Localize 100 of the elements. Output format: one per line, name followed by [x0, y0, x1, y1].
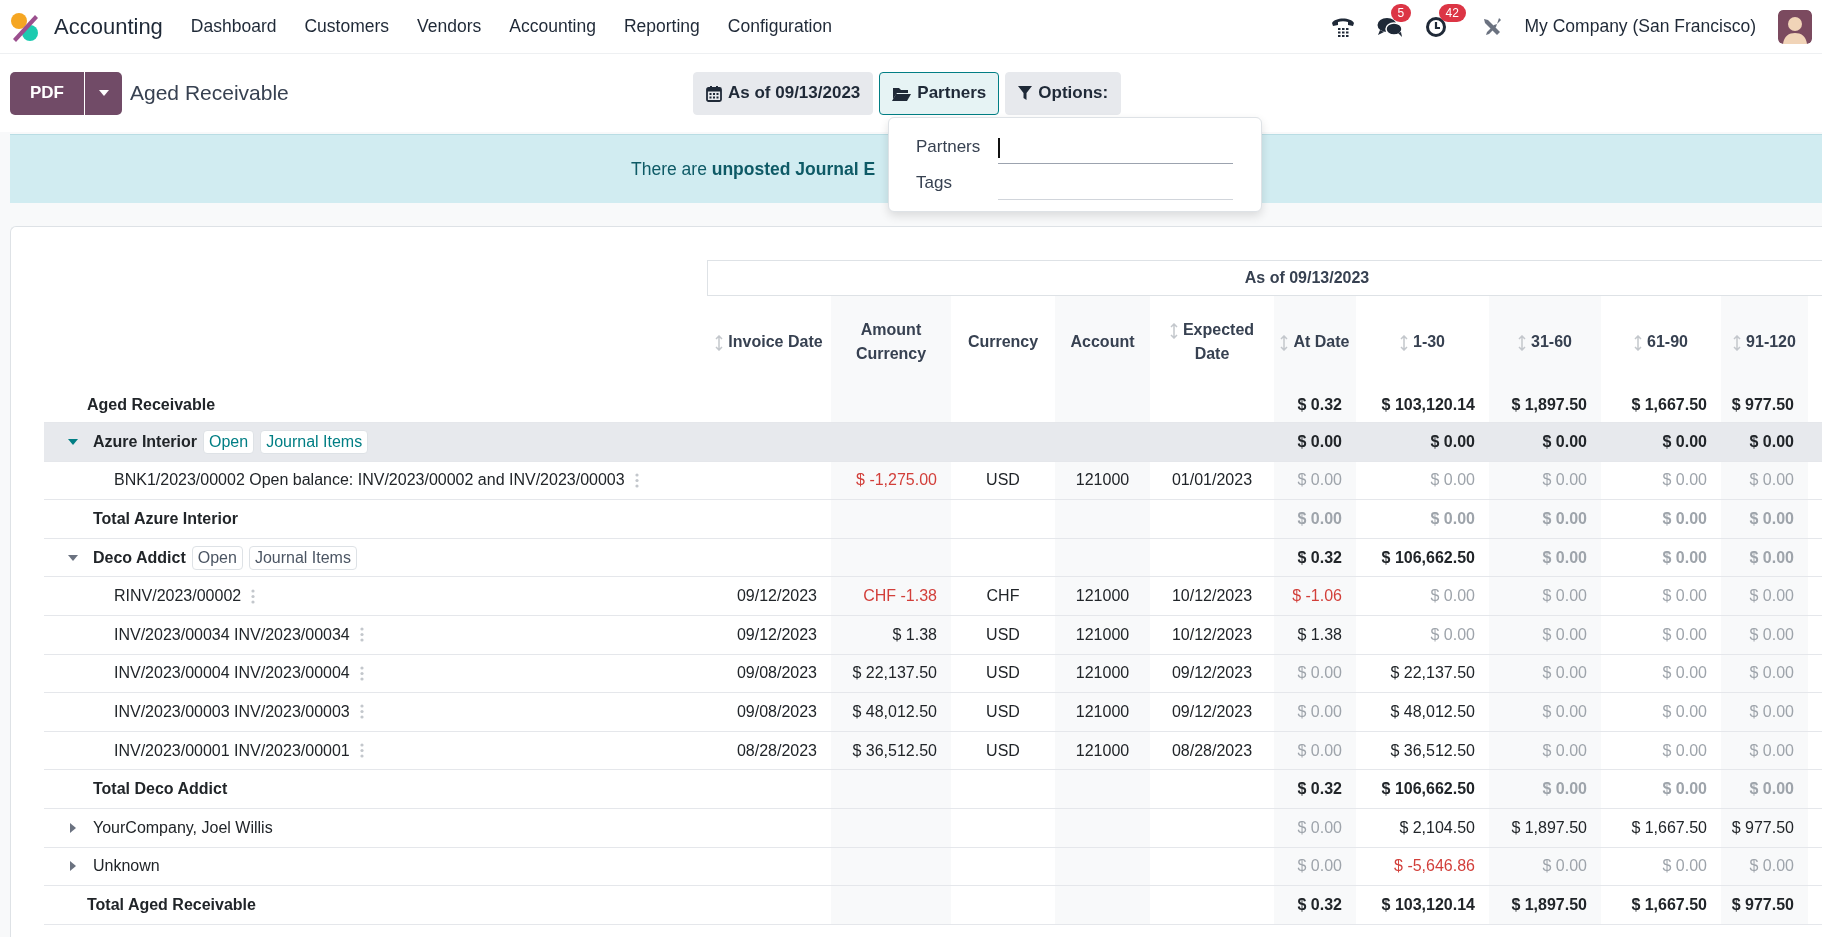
column-header[interactable]: At Date: [1274, 296, 1356, 387]
column-header[interactable]: Expected Date: [1150, 296, 1274, 387]
sort-icon[interactable]: [1169, 323, 1178, 340]
sort-icon[interactable]: [1518, 334, 1527, 351]
table-cell-text: 121000: [1074, 740, 1131, 761]
table-cell-text: $ 103,120.14: [1380, 394, 1476, 415]
row-label: Total Azure Interior: [93, 510, 238, 528]
table-cell-text: $ 0.00: [1296, 701, 1343, 722]
column-header[interactable]: 91-120: [1721, 296, 1808, 387]
table-cell-text: 01/01/2023: [1170, 470, 1254, 491]
table-cell-text: $ 0.00: [1541, 624, 1588, 645]
row-label[interactable]: INV/2023/00003 INV/2023/00003: [114, 702, 350, 721]
row-label[interactable]: INV/2023/00004 INV/2023/00004: [114, 664, 350, 683]
table-cell-text: 10/12/2023: [1170, 586, 1254, 607]
table-cell-text: $ 106,662.50: [1380, 547, 1476, 568]
table-cell-text: $ 0.00: [1541, 586, 1588, 607]
menu-item[interactable]: Configuration: [727, 16, 832, 37]
dots-icon[interactable]: [359, 627, 364, 643]
sort-icon[interactable]: [1400, 334, 1408, 351]
sort-icon[interactable]: [1634, 334, 1643, 351]
table-cell-text: $ 0.00: [1429, 624, 1476, 645]
menu-item[interactable]: Customers: [304, 16, 390, 37]
column-header[interactable]: Account: [1055, 296, 1150, 387]
folder-icon: [892, 85, 912, 101]
table-cell-text: $ 0.00: [1296, 509, 1343, 529]
clock-icon[interactable]: [1424, 15, 1447, 38]
column-header[interactable]: 61-90: [1601, 296, 1721, 387]
table-cell-text: $ 0.00: [1748, 586, 1795, 607]
row-label: Total Aged Receivable: [87, 895, 256, 914]
avatar[interactable]: [1778, 9, 1812, 44]
dots-icon[interactable]: [251, 588, 256, 604]
table-cell-text: $ 0.00: [1541, 740, 1588, 761]
row-action-button[interactable]: Open: [191, 545, 243, 570]
column-header[interactable]: 31-60: [1489, 296, 1601, 387]
table-cell-text: $ 0.32: [1296, 547, 1343, 568]
dots-icon[interactable]: [634, 472, 639, 488]
menu-item[interactable]: Vendors: [417, 16, 482, 37]
company-switcher[interactable]: My Company (San Francisco): [1524, 16, 1756, 37]
table-cell-text: $ 0.00: [1429, 470, 1476, 491]
dots-icon[interactable]: [359, 665, 364, 681]
field-label: Tags: [916, 173, 953, 194]
row-label[interactable]: Azure Interior: [93, 432, 197, 451]
dropdown-toggle[interactable]: [84, 71, 122, 115]
filter-button[interactable]: Partners: [879, 71, 1000, 115]
table-cell-text: $ 0.32: [1296, 394, 1343, 415]
pdf-button[interactable]: PDF: [10, 71, 84, 115]
table-cell-text: $ 22,137.50: [851, 663, 938, 684]
row-label[interactable]: INV/2023/00001 INV/2023/00001: [114, 741, 350, 760]
filter-button[interactable]: As of 09/13/2023: [693, 71, 874, 115]
column-header[interactable]: Invoice Date: [707, 296, 831, 387]
table-cell-text: $ 0.00: [1748, 470, 1795, 491]
table-cell-text: 09/12/2023: [1170, 701, 1254, 722]
sort-icon[interactable]: [1733, 334, 1742, 351]
table-cell-text: $ 1,897.50: [1510, 817, 1588, 838]
table-cell-text: $ 0.00: [1748, 740, 1795, 761]
table-cell-text: 121000: [1074, 624, 1131, 645]
app-name[interactable]: Accounting: [54, 13, 163, 40]
menu-item[interactable]: Accounting: [509, 16, 596, 37]
table-cell-text: $ 0.00: [1541, 470, 1588, 491]
table-cell-text: 09/12/2023: [1170, 663, 1254, 684]
filter-button[interactable]: Options:: [1005, 71, 1122, 115]
table-cell-text: $ 0.00: [1429, 509, 1476, 529]
table-cell-text: USD: [985, 701, 1021, 722]
table-cell-text: $ 0.00: [1296, 470, 1343, 491]
notification-badge: 42: [1438, 3, 1466, 22]
table-cell-text: USD: [985, 740, 1021, 761]
dots-icon[interactable]: [359, 743, 364, 759]
chat-icon[interactable]: [1376, 15, 1403, 38]
dots-icon[interactable]: [359, 704, 364, 720]
table-cell-text: $ 1.38: [891, 624, 938, 645]
row-label: Total Deco Addict: [93, 780, 228, 799]
table-cell-text: $ 2,104.50: [1398, 817, 1476, 838]
row-label[interactable]: BNK1/2023/00002 Open balance: INV/2023/00002 and INV/2023/00003: [114, 471, 625, 490]
table-cell-text: USD: [985, 663, 1021, 684]
column-header[interactable]: Currency: [951, 296, 1055, 387]
menu-item[interactable]: Dashboard: [190, 16, 277, 37]
row-action-button[interactable]: Open: [203, 429, 255, 454]
table-cell-text: 10/12/2023: [1170, 624, 1254, 645]
row-label[interactable]: Unknown: [93, 857, 160, 876]
sort-icon[interactable]: [715, 334, 724, 351]
table-cell-text: $ 0.00: [1296, 431, 1343, 452]
sort-icon[interactable]: [1280, 334, 1289, 351]
table-cell-text: $ 0.00: [1541, 547, 1588, 568]
menu-item[interactable]: Reporting: [623, 16, 700, 37]
row-label[interactable]: YourCompany, Joel Willis: [93, 818, 273, 837]
row-label[interactable]: RINV/2023/00002: [114, 587, 242, 606]
table-cell-text: 09/08/2023: [735, 701, 818, 722]
warning-message: There are unposted Journal E: [631, 158, 876, 180]
column-header[interactable]: 1-30: [1356, 296, 1489, 387]
row-label[interactable]: INV/2023/00034 INV/2023/00034: [114, 625, 350, 644]
table-cell-text: $ 0.00: [1541, 779, 1588, 800]
row-action-button[interactable]: Journal Items: [248, 545, 357, 570]
logo-icon[interactable]: [10, 11, 40, 42]
caret-down-icon: [98, 90, 109, 96]
row-label[interactable]: Deco Addict: [93, 548, 186, 567]
table-cell-text: 09/12/2023: [735, 624, 818, 645]
table-cell-text: $ 22,137.50: [1389, 663, 1476, 684]
table-cell-text: $ 0.00: [1748, 701, 1795, 722]
row-action-button[interactable]: Journal Items: [260, 429, 369, 454]
column-header[interactable]: Amount Currency: [831, 296, 951, 387]
